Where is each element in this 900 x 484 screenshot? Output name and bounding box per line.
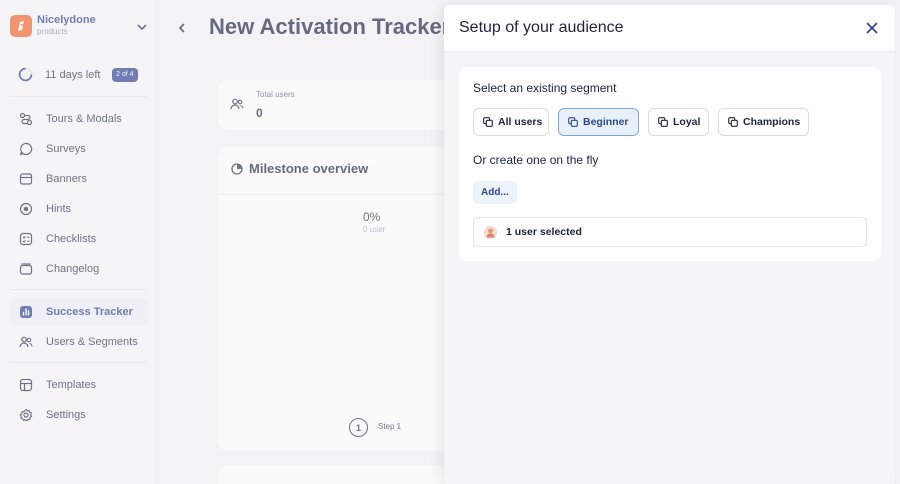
segment-button-loyal[interactable]: Loyal <box>648 108 709 136</box>
panel-header: Setup of your audience <box>444 5 895 52</box>
selected-users-summary[interactable]: 1 user selected <box>473 217 867 247</box>
close-icon[interactable] <box>865 21 879 35</box>
segment-button-champions[interactable]: Champions <box>718 108 809 136</box>
copy-icon <box>728 117 738 127</box>
avatar <box>484 225 497 239</box>
copy-icon <box>483 117 493 127</box>
existing-segment-heading: Select an existing segment <box>473 81 617 95</box>
create-segment-heading: Or create one on the fly <box>473 153 599 167</box>
panel-title: Setup of your audience <box>459 19 624 36</box>
segment-label: Champions <box>743 116 801 128</box>
audience-setup-panel: Setup of your audience Select an existin… <box>444 5 895 484</box>
segment-selection-card: Select an existing segment All users Beg… <box>459 67 881 261</box>
copy-icon <box>658 117 668 127</box>
segment-label: Beginner <box>583 116 629 128</box>
selected-users-label: 1 user selected <box>506 226 582 238</box>
segment-button-all-users[interactable]: All users <box>473 108 549 136</box>
segment-button-beginner[interactable]: Beginner <box>558 108 639 136</box>
copy-icon <box>568 117 578 127</box>
add-users-button[interactable]: Add... <box>473 181 517 204</box>
segment-label: Loyal <box>673 116 701 128</box>
segment-label: All users <box>498 116 543 128</box>
